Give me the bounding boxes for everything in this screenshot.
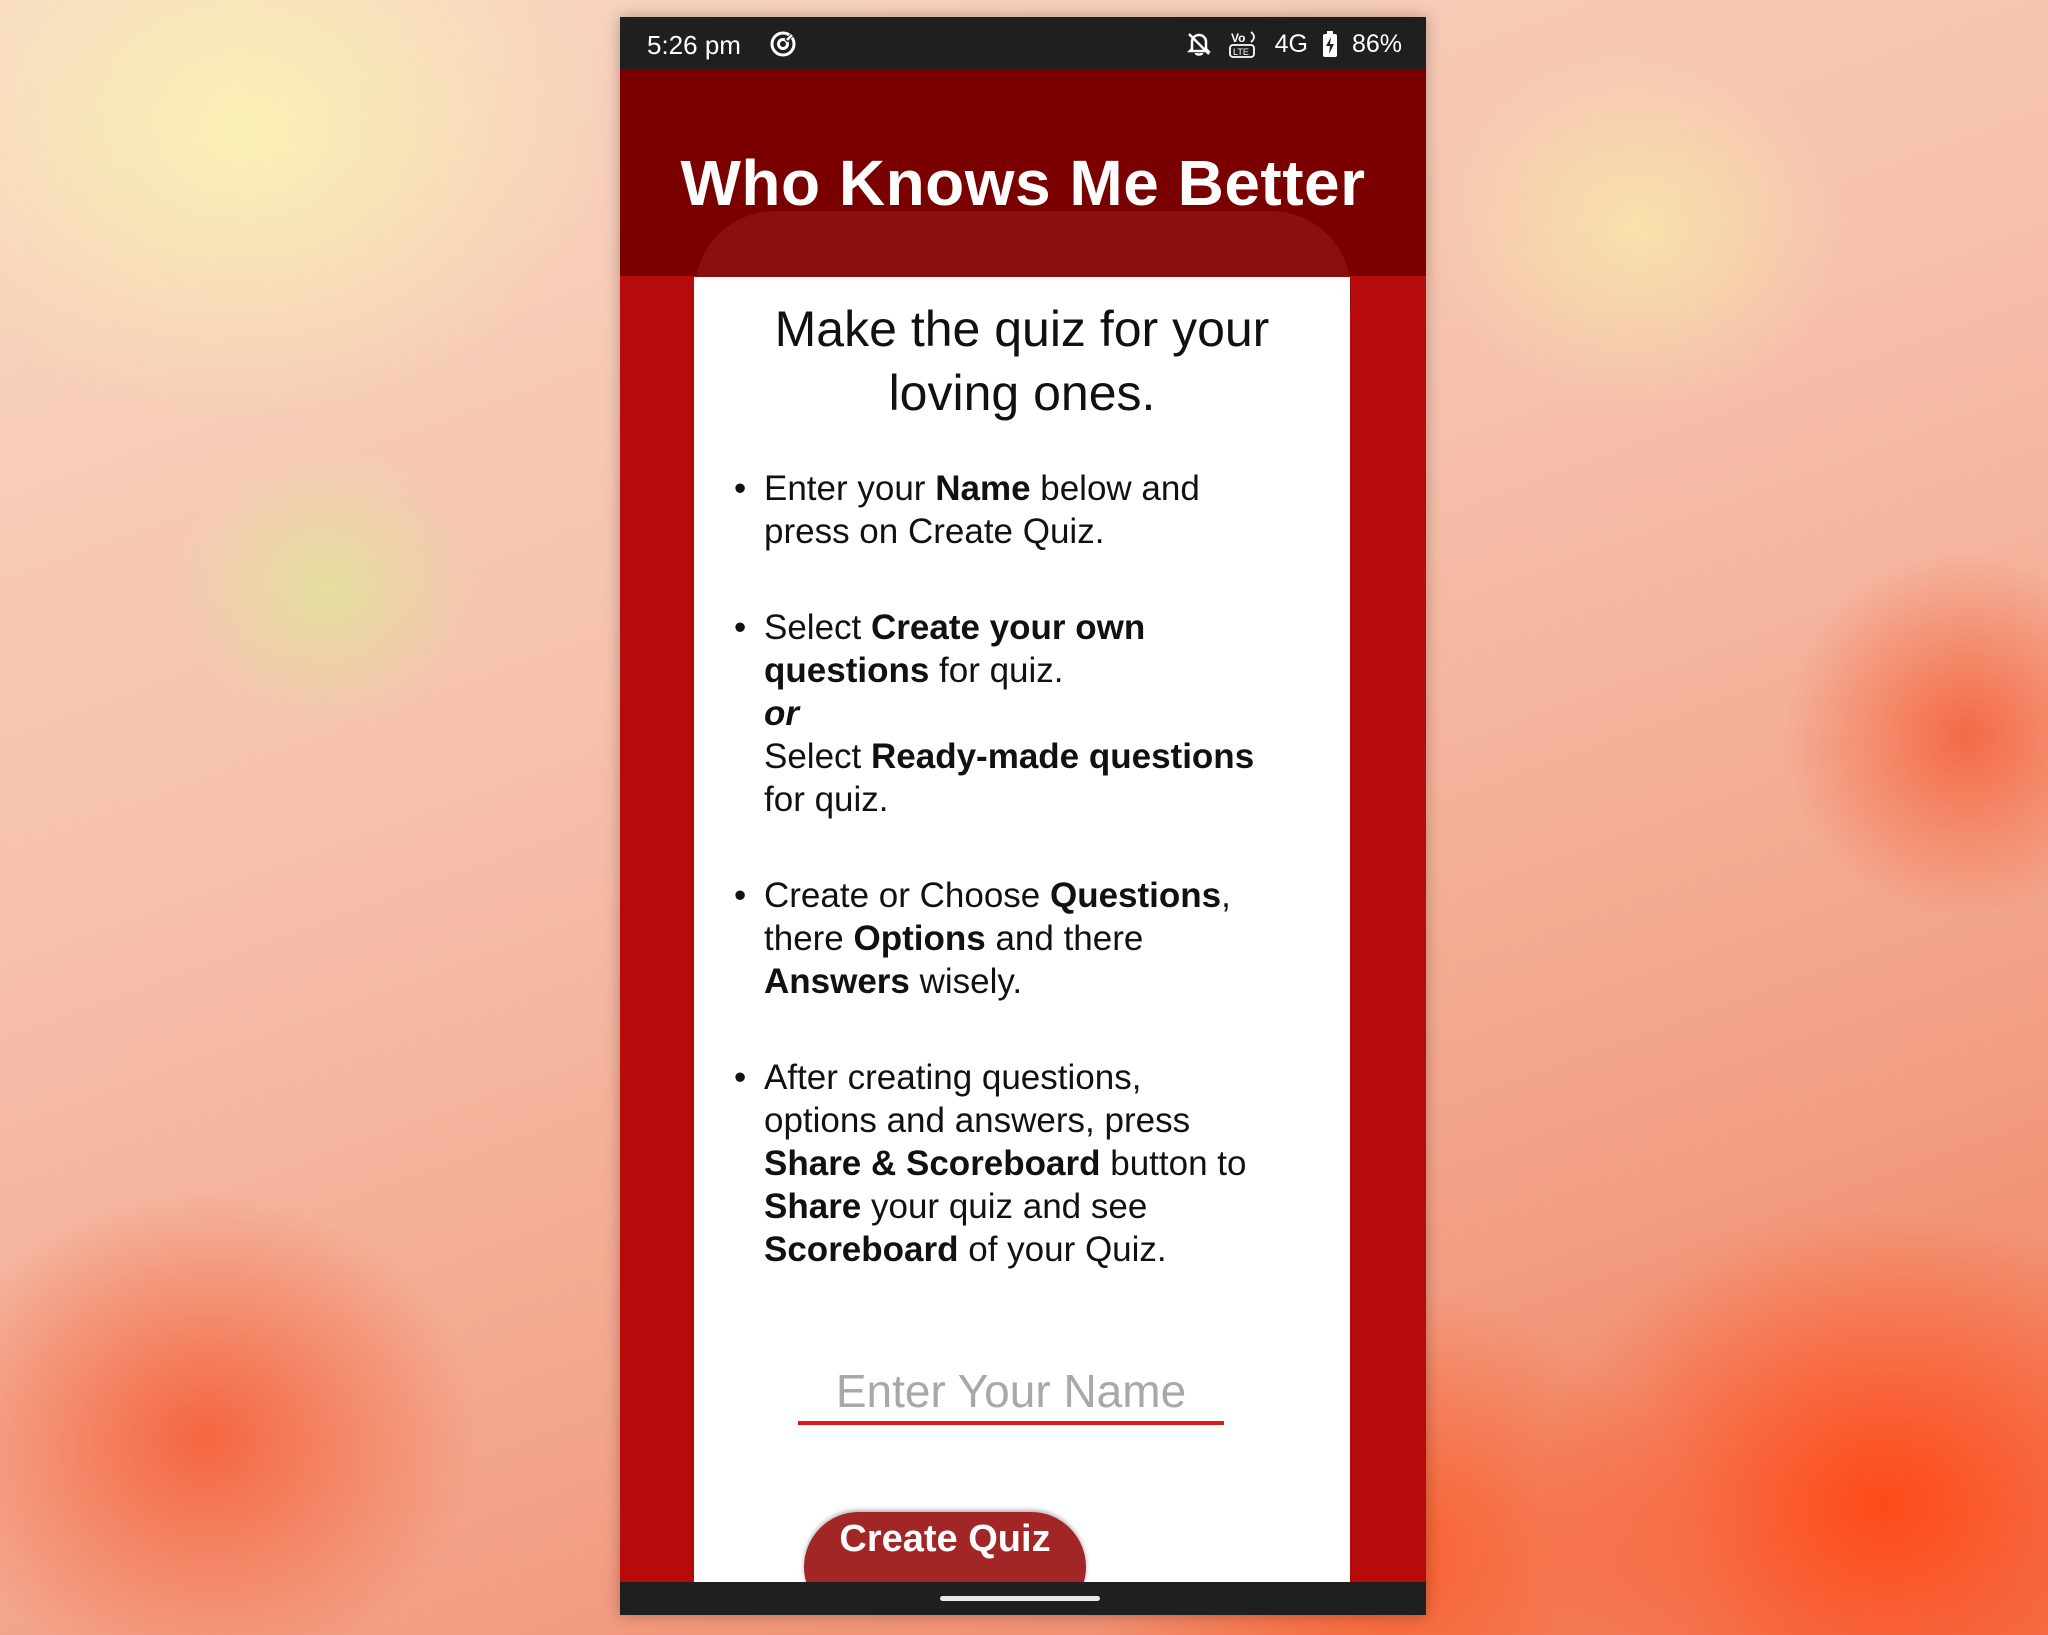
instructions-card: Make the quiz for your loving ones. • En… xyxy=(694,277,1350,1615)
status-time: 5:26 pm xyxy=(647,30,741,60)
instruction-step-3: • Create or Choose Questions, there Opti… xyxy=(734,874,1314,1003)
bullet: • xyxy=(734,1058,747,1097)
card-heading-line-2: loving ones. xyxy=(888,365,1156,421)
step-or: or xyxy=(764,694,799,733)
instruction-list: • Enter your Name below and press on Cre… xyxy=(734,467,1314,1324)
app-title: Who Knows Me Better xyxy=(680,147,1366,219)
step-bold: questions xyxy=(764,651,930,690)
battery-percentage: 86% xyxy=(1351,29,1402,58)
svg-text:LTE: LTE xyxy=(1233,47,1249,57)
home-gesture-handle[interactable] xyxy=(940,1596,1100,1601)
step-text: Select xyxy=(764,608,871,647)
step-bold: Share & Scoreboard xyxy=(764,1144,1101,1183)
step-bold: Create your own xyxy=(871,608,1146,647)
step-bold: Name xyxy=(935,469,1031,508)
step-text: Select xyxy=(764,737,871,776)
status-bar: 5:26 pm Vo LTE 4G 86% xyxy=(620,17,1426,69)
step-text: , xyxy=(1221,876,1231,915)
bell-off-icon xyxy=(1185,30,1213,58)
instruction-step-1: • Enter your Name below and press on Cre… xyxy=(734,467,1314,553)
step-text: button to xyxy=(1100,1144,1247,1183)
navigation-bar xyxy=(620,1582,1426,1615)
status-icons: Vo LTE 4G 86% xyxy=(1185,29,1402,59)
step-text: below and xyxy=(1030,469,1200,508)
bullet: • xyxy=(734,876,747,915)
instruction-step-4: • After creating questions, options and … xyxy=(734,1056,1314,1271)
step-bold: Answers xyxy=(764,962,910,1001)
name-input[interactable] xyxy=(798,1361,1224,1425)
network-type: 4G xyxy=(1274,29,1308,58)
step-text: Enter your xyxy=(764,469,936,508)
card-heading: Make the quiz for your loving ones. xyxy=(694,297,1350,425)
instruction-step-2: • Select Create your own questions for q… xyxy=(734,606,1314,821)
step-bold: Options xyxy=(853,919,986,958)
bullet: • xyxy=(734,469,747,508)
bullet: • xyxy=(734,608,747,647)
svg-text:Vo: Vo xyxy=(1231,31,1245,45)
step-text: there xyxy=(764,919,854,958)
volte-icon: Vo LTE xyxy=(1227,29,1261,59)
app-header: Who Knows Me Better xyxy=(620,69,1426,311)
step-text: Create or Choose xyxy=(764,876,1050,915)
step-text: wisely. xyxy=(909,962,1023,1001)
phone-screen: 5:26 pm Vo LTE 4G 86% Who Knows Me Bette… xyxy=(620,17,1426,1615)
sync-icon xyxy=(768,29,798,59)
step-text: for quiz. xyxy=(764,780,889,819)
step-bold: Questions xyxy=(1049,876,1222,915)
step-bold: Ready-made questions xyxy=(871,737,1255,776)
step-text: press on Create Quiz. xyxy=(764,512,1105,551)
step-text: options and answers, press xyxy=(764,1101,1191,1140)
step-text: After creating questions, xyxy=(764,1058,1142,1097)
step-text: your quiz and see xyxy=(861,1187,1148,1226)
battery-charging-icon xyxy=(1322,30,1338,58)
step-bold: Scoreboard xyxy=(764,1230,959,1269)
step-bold: Share xyxy=(764,1187,862,1226)
step-text: and there xyxy=(985,919,1144,958)
step-text: of your Quiz. xyxy=(958,1230,1167,1269)
card-heading-line-1: Make the quiz for your xyxy=(774,301,1270,357)
step-text: for quiz. xyxy=(929,651,1064,690)
